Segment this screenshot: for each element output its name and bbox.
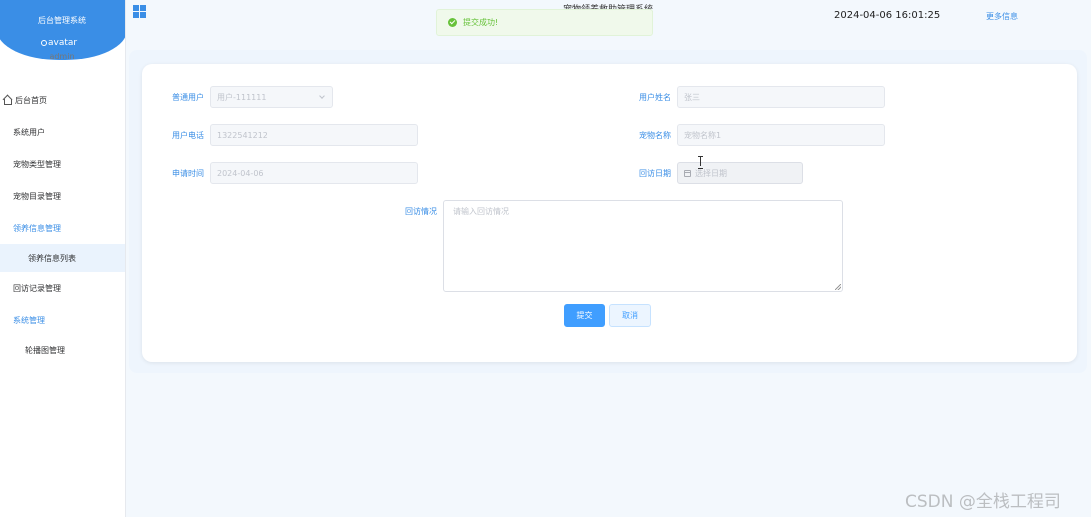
broken-image-icon	[41, 40, 47, 46]
sidebar-item-pet-types[interactable]: 宠物类型管理	[0, 148, 125, 180]
success-check-icon	[448, 18, 457, 27]
sidebar-menu: 后台首页 系统用户 宠物类型管理 宠物目录管理 领养信息管理 领养信息列表 回访…	[0, 84, 125, 364]
pet-name-value: 宠物名称1	[684, 130, 722, 140]
cancel-button[interactable]: 取消	[609, 304, 651, 327]
apply-time-field[interactable]: 2024-04-06	[210, 162, 418, 184]
brand-title: 后台管理系统	[38, 16, 86, 25]
user-phone-label: 用户电话	[172, 131, 204, 140]
apply-time-label: 申请时间	[172, 169, 204, 178]
sidebar-item-carousel[interactable]: 轮播图管理	[0, 336, 125, 364]
sidebar-item-label: 后台首页	[15, 95, 47, 105]
apply-time-value: 2024-04-06	[217, 168, 264, 178]
sidebar-item-label: 轮播图管理	[25, 345, 65, 355]
visit-date-label: 回访日期	[639, 169, 671, 178]
ordinary-user-value: 用户-111111	[217, 92, 267, 102]
sidebar-item-label: 系统管理	[13, 315, 45, 325]
visit-status-placeholder: 请输入回访情况	[453, 207, 509, 216]
text-cursor-icon	[698, 156, 704, 169]
visit-date-placeholder: 选择日期	[695, 168, 727, 178]
visit-status-label: 回访情况	[405, 207, 437, 216]
avatar-alt-text: avatar	[48, 38, 78, 48]
sidebar-item-label: 宠物类型管理	[13, 159, 61, 169]
sidebar: 后台管理系统 avatar admin 后台首页 系统用户 宠物类型管理 宠物目…	[0, 0, 126, 517]
sidebar-item-visit-records[interactable]: 回访记录管理	[0, 272, 125, 304]
sidebar-item-label: 系统用户	[13, 127, 45, 137]
brand-header: 后台管理系统 avatar admin	[0, 0, 125, 61]
sidebar-item-label: 领养信息管理	[13, 223, 61, 233]
visit-status-textarea[interactable]: 请输入回访情况	[443, 200, 843, 292]
sidebar-item-adoption[interactable]: 领养信息管理	[0, 212, 125, 244]
ordinary-user-select[interactable]: 用户-111111	[210, 86, 333, 108]
toast-message: 提交成功!	[463, 18, 499, 27]
sidebar-item-adoption-list[interactable]: 领养信息列表	[0, 244, 125, 272]
resize-handle-icon[interactable]	[835, 284, 841, 290]
chevron-down-icon	[319, 93, 325, 99]
visit-date-picker[interactable]: 选择日期	[677, 162, 803, 184]
sidebar-item-label: 宠物目录管理	[13, 191, 61, 201]
user-name-value: 张三	[684, 92, 700, 102]
sidebar-item-label: 领养信息列表	[28, 253, 76, 263]
submit-button[interactable]: 提交	[564, 304, 605, 327]
ordinary-user-label: 普通用户	[172, 93, 204, 102]
sidebar-item-home[interactable]: 后台首页	[0, 84, 125, 116]
pet-name-label: 宠物名称	[639, 131, 671, 140]
menu-toggle-icon[interactable]	[133, 5, 146, 18]
success-toast: 提交成功!	[436, 9, 653, 36]
avatar[interactable]: avatar	[41, 38, 77, 48]
home-icon	[2, 95, 12, 105]
more-info-link[interactable]: 更多信息	[986, 11, 1018, 22]
user-phone-field[interactable]: 1322541212	[210, 124, 418, 146]
calendar-icon	[684, 169, 691, 177]
username: admin	[49, 52, 75, 61]
sidebar-item-pet-catalog[interactable]: 宠物目录管理	[0, 180, 125, 212]
user-name-field[interactable]: 张三	[677, 86, 885, 108]
sidebar-item-system-users[interactable]: 系统用户	[0, 116, 125, 148]
current-datetime: 2024-04-06 16:01:25	[834, 10, 941, 21]
watermark: CSDN @全栈工程司	[905, 492, 1061, 512]
user-name-label: 用户姓名	[639, 93, 671, 102]
pet-name-field[interactable]: 宠物名称1	[677, 124, 885, 146]
sidebar-item-system[interactable]: 系统管理	[0, 304, 125, 336]
sidebar-item-label: 回访记录管理	[13, 283, 61, 293]
user-phone-value: 1322541212	[217, 130, 268, 140]
